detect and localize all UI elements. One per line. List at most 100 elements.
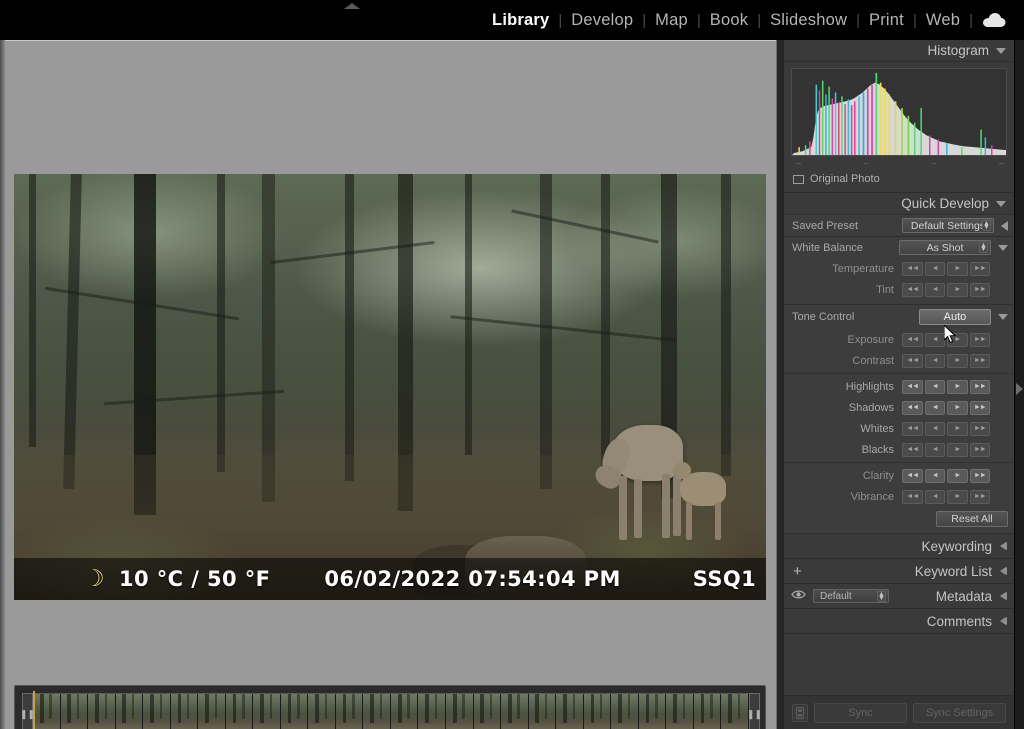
chevron-left-icon[interactable]	[1000, 542, 1007, 550]
stepper-right[interactable]: ►	[947, 400, 968, 415]
keywording-section-header[interactable]: Keywording	[784, 534, 1014, 559]
right-panel-collapse-arrow-icon[interactable]	[1016, 383, 1023, 395]
stepper-left[interactable]: ◄	[924, 282, 945, 297]
panel-divider[interactable]	[776, 40, 784, 729]
module-print[interactable]: Print	[860, 11, 913, 30]
shadows-stepper[interactable]: ◄◄ ◄ ► ►►	[902, 400, 990, 415]
eye-icon[interactable]	[791, 589, 806, 603]
stepper-right[interactable]: ►	[947, 489, 968, 504]
quick-develop-section-header[interactable]: Quick Develop	[784, 193, 1014, 215]
vibrance-stepper[interactable]: ◄◄ ◄ ► ►►	[902, 489, 990, 504]
white-balance-expand-arrow-icon[interactable]	[998, 244, 1008, 251]
stepper-double-right[interactable]: ►►	[969, 421, 990, 436]
module-map[interactable]: Map	[646, 11, 697, 30]
stepper-left[interactable]: ◄	[924, 332, 945, 347]
stepper-left[interactable]: ◄	[924, 468, 945, 483]
metadata-preset-dropdown[interactable]: Default ▲ ▼	[813, 589, 889, 603]
tone-control-expand-arrow-icon[interactable]	[998, 314, 1008, 320]
stepper-right[interactable]: ►	[947, 282, 968, 297]
sync-settings-button[interactable]: Sync Settings	[913, 702, 1006, 723]
stepper-left[interactable]: ◄	[924, 489, 945, 504]
stepper-right[interactable]: ►	[947, 442, 968, 457]
tree-trunk	[62, 174, 82, 490]
stepper-double-left[interactable]: ◄◄	[902, 489, 923, 504]
saved-preset-expand-arrow-icon[interactable]	[1001, 220, 1008, 231]
stepper-right[interactable]: ►	[947, 261, 968, 276]
saved-preset-dropdown[interactable]: Default Settings ▲ ▼	[902, 218, 994, 233]
left-panel-edge[interactable]	[0, 40, 5, 729]
stepper-left[interactable]: ◄	[924, 379, 945, 394]
stepper-double-left[interactable]: ◄◄	[902, 332, 923, 347]
stepper-double-right[interactable]: ►►	[969, 442, 990, 457]
stepper-double-left[interactable]: ◄◄	[902, 421, 923, 436]
stepper-left[interactable]: ◄	[924, 353, 945, 368]
histogram-graph[interactable]	[791, 68, 1007, 156]
stepper-double-left[interactable]: ◄◄	[902, 353, 923, 368]
tone-control-block: Tone Control Auto Exposure ◄◄ ◄ ► ►► Con…	[784, 305, 1014, 534]
stepper-right[interactable]: ►	[947, 353, 968, 368]
exposure-stepper[interactable]: ◄◄ ◄ ► ►►	[902, 332, 990, 347]
contrast-stepper[interactable]: ◄◄ ◄ ► ►►	[902, 353, 990, 368]
stepper-double-right[interactable]: ►►	[969, 261, 990, 276]
stepper-double-left[interactable]: ◄◄	[902, 282, 923, 297]
video-preview[interactable]: ☽ 10 °C / 50 °F 06/02/2022 07:54:04 PM S…	[14, 174, 766, 600]
stepper-double-right[interactable]: ►►	[969, 282, 990, 297]
module-develop[interactable]: Develop	[562, 11, 642, 30]
top-panel-collapse-arrow-icon[interactable]	[344, 3, 360, 9]
stepper-left[interactable]: ◄	[924, 442, 945, 457]
stepper-left[interactable]: ◄	[924, 261, 945, 276]
reset-all-button[interactable]: Reset All	[936, 511, 1008, 527]
stepper-double-left[interactable]: ◄◄	[902, 468, 923, 483]
temperature-stepper[interactable]: ◄◄ ◄ ► ►►	[902, 261, 990, 276]
chevron-left-icon[interactable]	[1000, 592, 1007, 600]
sync-toggle-icon[interactable]	[792, 703, 808, 722]
plus-icon[interactable]: +	[793, 564, 802, 579]
stepper-double-left[interactable]: ◄◄	[902, 261, 923, 276]
blacks-stepper[interactable]: ◄◄ ◄ ► ►►	[902, 442, 990, 457]
white-balance-dropdown[interactable]: As Shot ▲ ▼	[899, 240, 991, 255]
quick-develop-title: Quick Develop	[901, 196, 989, 211]
comments-section-header[interactable]: Comments	[784, 609, 1014, 634]
module-web[interactable]: Web	[917, 11, 969, 30]
module-book[interactable]: Book	[701, 11, 757, 30]
stepper-double-left[interactable]: ◄◄	[902, 400, 923, 415]
stepper-left[interactable]: ◄	[924, 400, 945, 415]
auto-tone-button[interactable]: Auto	[919, 309, 991, 325]
metadata-section-header[interactable]: Default ▲ ▼ Metadata	[784, 584, 1014, 609]
stepper-double-right[interactable]: ►►	[969, 468, 990, 483]
stepper-right[interactable]: ►	[947, 379, 968, 394]
stepper-double-left[interactable]: ◄◄	[902, 442, 923, 457]
stepper-right[interactable]: ►	[947, 332, 968, 347]
stepper-double-left[interactable]: ◄◄	[902, 379, 923, 394]
chevron-left-icon[interactable]	[1000, 617, 1007, 625]
tint-stepper[interactable]: ◄◄ ◄ ► ►►	[902, 282, 990, 297]
trim-end-handle-icon[interactable]: ❚❚	[747, 693, 762, 729]
stepper-right[interactable]: ►	[947, 468, 968, 483]
stepper-double-right[interactable]: ►►	[969, 379, 990, 394]
cloud-icon[interactable]	[973, 12, 1016, 28]
stepper-left[interactable]: ◄	[924, 421, 945, 436]
sync-button[interactable]: Sync	[814, 702, 907, 723]
chevron-down-icon[interactable]	[996, 47, 1006, 54]
highlights-stepper[interactable]: ◄◄ ◄ ► ►►	[902, 379, 990, 394]
original-photo-toggle[interactable]: Original Photo	[793, 173, 1014, 192]
video-frames[interactable]	[33, 693, 749, 729]
vibrance-row: Vibrance ◄◄ ◄ ► ►►	[784, 486, 1014, 507]
trim-start-handle-icon[interactable]: ❚❚	[20, 693, 35, 729]
stepper-double-right[interactable]: ►►	[969, 332, 990, 347]
filmstrip-track[interactable]: ❚❚ ❚❚	[20, 693, 762, 729]
stepper-right[interactable]: ►	[947, 421, 968, 436]
stepper-double-right[interactable]: ►►	[969, 353, 990, 368]
keyword-list-section-header[interactable]: + Keyword List	[784, 559, 1014, 584]
chevron-down-icon[interactable]	[996, 200, 1006, 207]
stepper-double-right[interactable]: ►►	[969, 400, 990, 415]
module-slideshow[interactable]: Slideshow	[761, 11, 856, 30]
chevron-left-icon[interactable]	[1000, 567, 1007, 575]
histogram-tick: –	[998, 158, 1004, 168]
module-library[interactable]: Library	[483, 11, 558, 30]
whites-stepper[interactable]: ◄◄ ◄ ► ►►	[902, 421, 990, 436]
checkbox-icon[interactable]	[793, 174, 804, 184]
stepper-double-right[interactable]: ►►	[969, 489, 990, 504]
clarity-stepper[interactable]: ◄◄ ◄ ► ►►	[902, 468, 990, 483]
histogram-section-header[interactable]: Histogram	[784, 40, 1014, 62]
